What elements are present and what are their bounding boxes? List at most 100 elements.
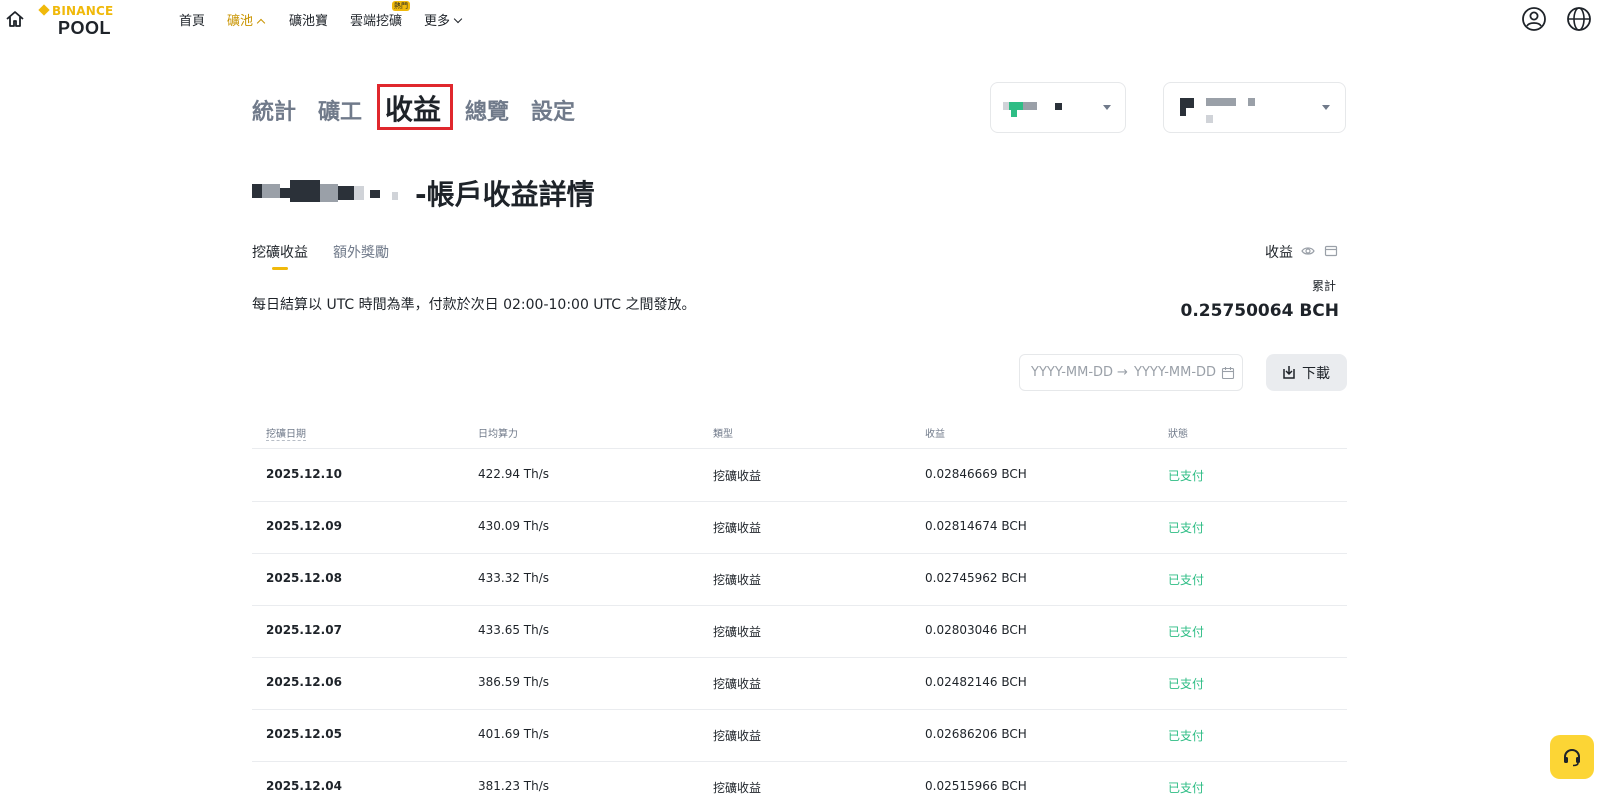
cell-earnings: 0.02515966 BCH	[925, 779, 1027, 793]
cell-earnings: 0.02803046 BCH	[925, 623, 1027, 637]
account-blur-dark-2	[1180, 108, 1186, 116]
binance-pool-logo[interactable]: BINANCE POOL	[38, 4, 124, 38]
cell-type: 挖礦收益	[713, 469, 762, 483]
cell-earnings: 0.02686206 BCH	[925, 727, 1027, 741]
card-icon[interactable]	[1324, 244, 1338, 258]
cell-date: 2025.12.04	[266, 779, 342, 793]
cell-status: 已支付	[1168, 781, 1205, 795]
tab-workers[interactable]: 礦工	[318, 94, 362, 126]
nav-item-cloud-mining[interactable]: 雲端挖礦	[350, 10, 402, 29]
coin-blur-light	[1003, 102, 1009, 110]
globe-icon[interactable]	[1566, 6, 1592, 32]
cell-status: 已支付	[1168, 729, 1205, 743]
tab-settings[interactable]: 設定	[531, 94, 575, 126]
cumulative-label: 累計	[1312, 279, 1337, 293]
cell-hashrate: 433.65 Th/s	[478, 623, 550, 637]
download-button[interactable]: 下載	[1266, 354, 1347, 391]
nav-item-more[interactable]: 更多	[424, 10, 463, 29]
header-status: 狀態	[1168, 429, 1188, 440]
download-label: 下載	[1302, 366, 1330, 382]
account-name-redacted	[252, 178, 408, 206]
caret-down-icon	[1322, 105, 1330, 110]
cell-earnings: 0.02745962 BCH	[925, 571, 1027, 585]
cell-earnings: 0.02814674 BCH	[925, 519, 1027, 533]
row-divider	[252, 605, 1347, 606]
header-mining-date[interactable]: 挖礦日期	[266, 425, 306, 441]
cell-type: 挖礦收益	[713, 521, 762, 535]
cell-hashrate: 422.94 Th/s	[478, 467, 550, 481]
tab-overview[interactable]: 總覽	[465, 94, 509, 126]
cell-type: 挖礦收益	[713, 729, 762, 743]
earnings-label: 收益	[1265, 245, 1293, 261]
download-icon	[1283, 366, 1295, 379]
cell-type: 挖礦收益	[713, 677, 762, 691]
home-icon[interactable]	[4, 8, 26, 30]
cell-date: 2025.12.07	[266, 623, 342, 637]
nav-item-more-label: 更多	[424, 14, 451, 29]
coin-blur-green	[1009, 102, 1023, 110]
cell-type: 挖礦收益	[713, 781, 762, 795]
page-title: -帳戶收益詳情	[415, 178, 595, 211]
tab-mining-earnings[interactable]: 挖礦收益	[252, 242, 308, 262]
logo-bottom-text: POOL	[58, 18, 112, 38]
account-select[interactable]	[1163, 82, 1346, 133]
cell-status: 已支付	[1168, 625, 1205, 639]
row-divider	[252, 553, 1347, 554]
chevron-up-icon	[256, 18, 266, 28]
header-type: 類型	[713, 429, 733, 440]
nav-item-pool-label: 礦池	[227, 14, 254, 29]
date-start-input[interactable]: YYYY-MM-DD	[1031, 365, 1113, 380]
hot-badge: 熱門	[392, 1, 410, 11]
cell-type: 挖礦收益	[713, 573, 762, 587]
date-range-picker[interactable]: YYYY-MM-DD → YYYY-MM-DD	[1019, 354, 1243, 391]
cell-date: 2025.12.08	[266, 571, 342, 585]
sub-tab-underline	[272, 267, 288, 270]
account-blur-dark	[1180, 98, 1194, 108]
cell-status: 已支付	[1168, 521, 1205, 535]
cell-date: 2025.12.09	[266, 519, 342, 533]
row-divider	[252, 657, 1347, 658]
title-blur-7	[354, 186, 364, 200]
row-divider	[252, 501, 1347, 502]
title-blur-8	[370, 190, 380, 198]
cell-hashrate: 381.23 Th/s	[478, 779, 550, 793]
cell-date: 2025.12.10	[266, 467, 342, 481]
calendar-icon	[1221, 367, 1235, 380]
cell-earnings: 0.02482146 BCH	[925, 675, 1027, 689]
date-end-input[interactable]: YYYY-MM-DD	[1134, 365, 1216, 380]
cell-type: 挖礦收益	[713, 625, 762, 639]
nav-item-pool[interactable]: 礦池	[227, 10, 266, 29]
tab-earnings-highlight	[377, 84, 453, 130]
title-blur-3	[280, 188, 290, 198]
nav-item-pool-savings[interactable]: 礦池寶	[289, 10, 328, 29]
cell-hashrate: 433.32 Th/s	[478, 571, 550, 585]
cell-status: 已支付	[1168, 573, 1205, 587]
coin-select[interactable]	[990, 82, 1126, 133]
coin-blur-mid	[1023, 102, 1037, 110]
cumulative-value: 0.25750064 BCH	[1180, 301, 1340, 321]
tab-statistics[interactable]: 統計	[252, 94, 296, 126]
nav-item-home[interactable]: 首頁	[179, 10, 205, 29]
tab-extra-rewards[interactable]: 額外獎勵	[333, 242, 389, 262]
account-blur-mid-2	[1248, 98, 1255, 106]
user-icon[interactable]	[1521, 6, 1547, 32]
coin-blur-dark	[1055, 103, 1062, 110]
cell-hashrate: 386.59 Th/s	[478, 675, 550, 689]
cell-hashrate: 401.69 Th/s	[478, 727, 550, 741]
eye-icon[interactable]	[1301, 244, 1315, 258]
title-blur-5	[320, 184, 338, 202]
chevron-down-icon	[453, 14, 463, 24]
headset-icon	[1564, 748, 1580, 767]
logo-top-text: BINANCE	[38, 4, 113, 18]
account-blur-mid	[1206, 98, 1236, 106]
account-blur-light	[1206, 115, 1213, 123]
header-avg-hashrate: 日均算力	[478, 429, 518, 440]
support-button[interactable]	[1550, 735, 1594, 779]
caret-down-icon	[1103, 105, 1111, 110]
settlement-note: 每日結算以 UTC 時間為準，付款於次日 02:00-10:00 UTC 之間發…	[252, 297, 696, 313]
cell-status: 已支付	[1168, 677, 1205, 691]
header-earnings: 收益	[925, 429, 945, 440]
table-header-divider	[252, 448, 1347, 449]
title-blur-4	[290, 180, 320, 202]
top-navigation: BINANCE POOL 首頁 礦池 礦池寶 雲端挖礦 熱門 更多	[0, 0, 1600, 40]
